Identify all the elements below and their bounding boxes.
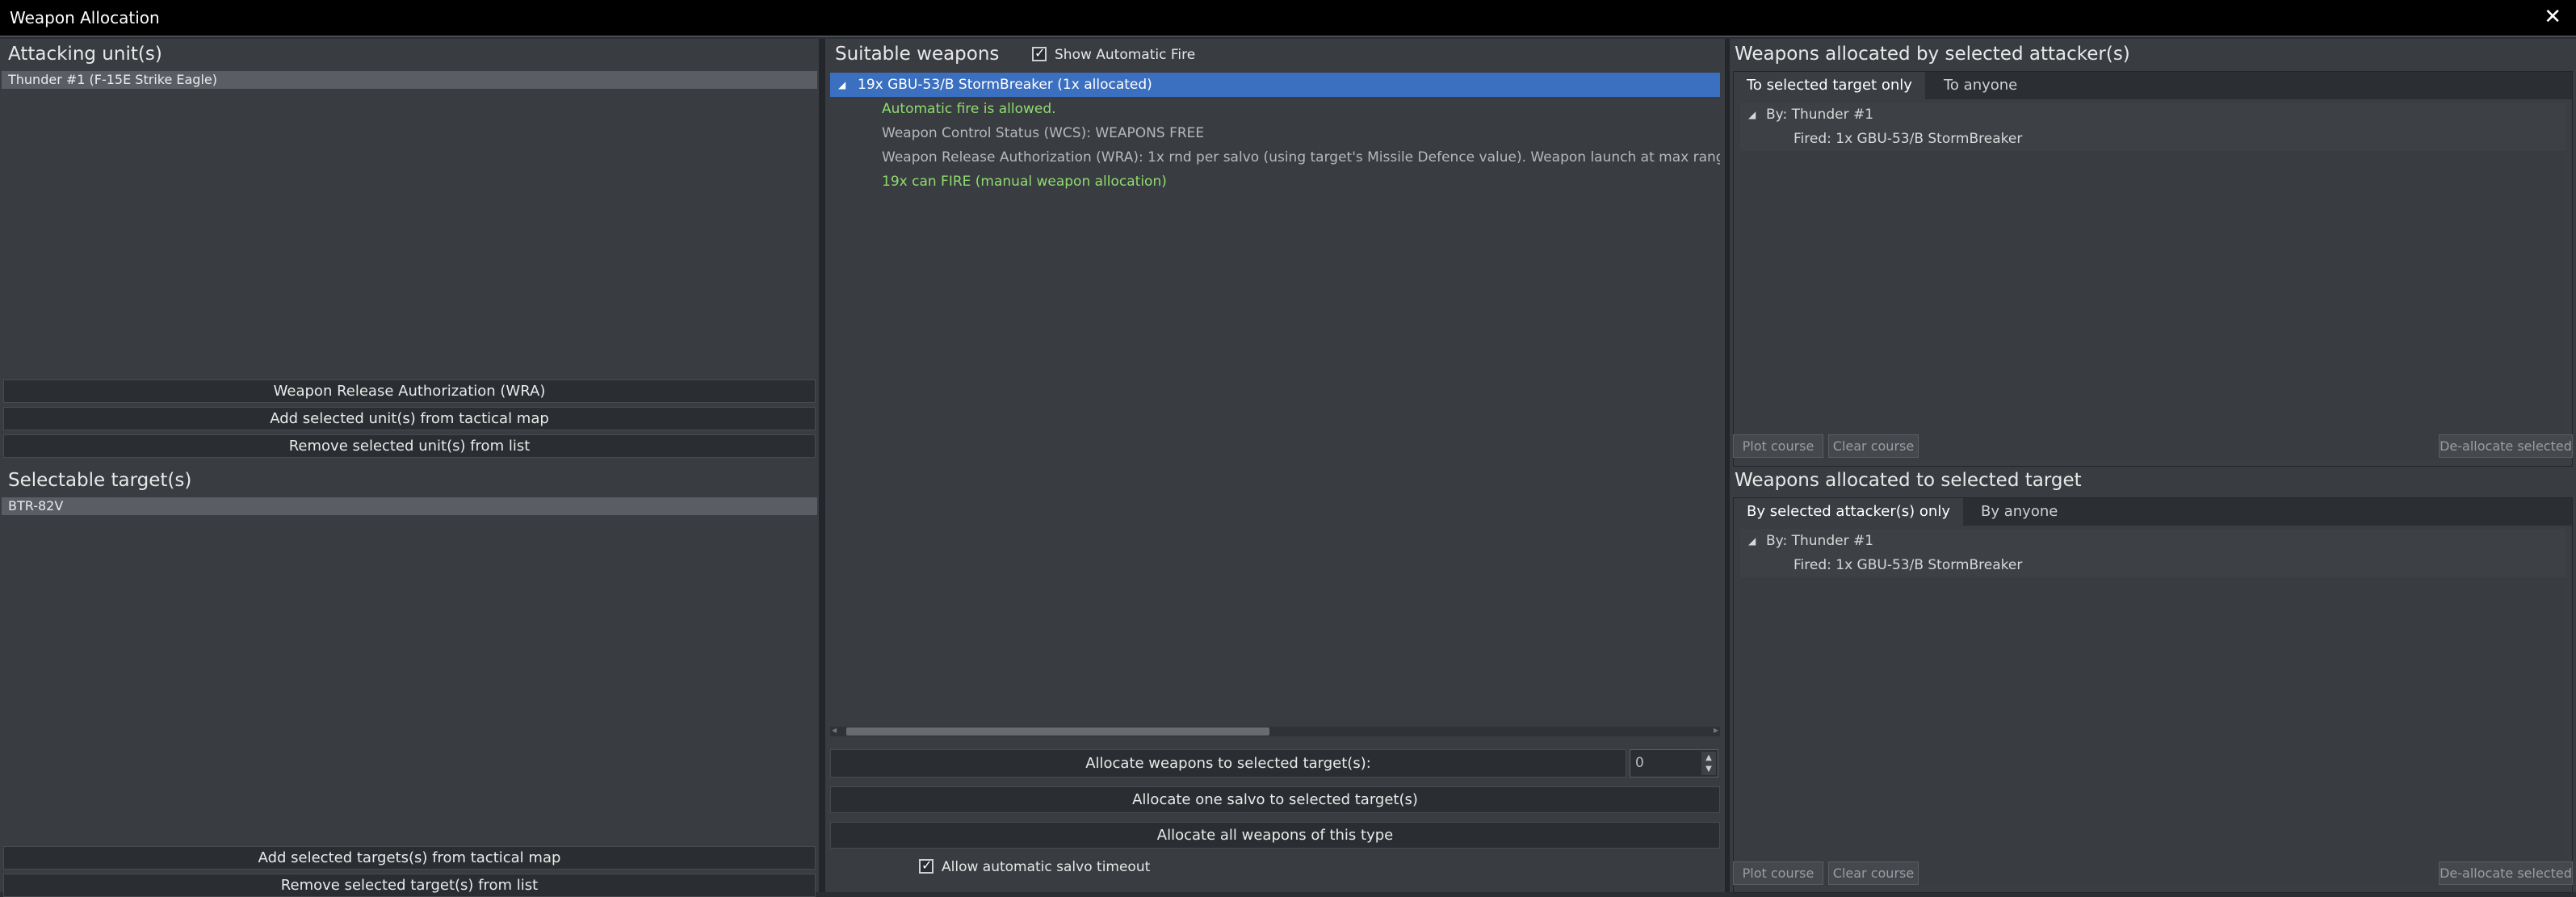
middle-column: Suitable weapons Show Automatic Fire ◢ 1… <box>825 39 1725 892</box>
by-attacker-title: Weapons allocated by selected attacker(s… <box>1735 44 2130 65</box>
to-target-tabs: By selected attacker(s) only By anyone <box>1734 498 2572 526</box>
show-auto-fire-checkbox[interactable] <box>1032 47 1047 61</box>
tree-item-row[interactable]: Fired: 1x GBU-53/B StormBreaker <box>1740 127 2566 151</box>
weapon-row-label: 19x GBU-53/B StormBreaker (1x allocated) <box>858 73 1152 97</box>
collapse-arrow-icon[interactable]: ◢ <box>838 73 845 97</box>
splitter-left[interactable] <box>819 39 825 892</box>
collapse-arrow-icon[interactable]: ◢ <box>1748 529 1756 553</box>
allocate-count-value[interactable]: 0 <box>1635 755 1644 771</box>
window-title: Weapon Allocation <box>10 8 160 27</box>
targets-list[interactable]: BTR-82V <box>2 497 817 869</box>
tab-to-anyone[interactable]: To anyone <box>1931 72 2030 99</box>
scrollbar-thumb[interactable] <box>846 727 1269 736</box>
clear-course-button[interactable]: Clear course <box>1828 861 1919 885</box>
tree-group-row[interactable]: ◢ By: Thunder #1 <box>1740 529 2566 553</box>
add-units-button[interactable]: Add selected unit(s) from tactical map <box>3 407 816 430</box>
selectable-targets-title: Selectable target(s) <box>8 470 191 491</box>
group-label: By: Thunder #1 <box>1766 529 1873 553</box>
add-targets-button[interactable]: Add selected targets(s) from tactical ma… <box>3 846 816 870</box>
detail-wcs: Weapon Control Status (WCS): WEAPONS FRE… <box>830 121 1720 145</box>
scroll-right-icon[interactable]: ▸ <box>1714 724 1718 736</box>
attacking-unit-row[interactable]: Thunder #1 (F-15E Strike Eagle) <box>2 71 817 89</box>
auto-salvo-checkbox[interactable] <box>919 859 933 874</box>
group-label: By: Thunder #1 <box>1766 103 1873 127</box>
target-row[interactable]: BTR-82V <box>2 497 817 515</box>
horizontal-scrollbar[interactable]: ◂ ▸ <box>830 727 1720 736</box>
by-attacker-panel: To selected target only To anyone ◢ By: … <box>1733 71 2573 467</box>
tree-item-row[interactable]: Fired: 1x GBU-53/B StormBreaker <box>1740 553 2566 577</box>
weapons-tree[interactable]: ◢ 19x GBU-53/B StormBreaker (1x allocate… <box>830 73 1720 759</box>
tab-by-selected-attackers[interactable]: By selected attacker(s) only <box>1734 498 1963 526</box>
allocate-all-button[interactable]: Allocate all weapons of this type <box>830 822 1720 849</box>
allocate-to-targets-button[interactable]: Allocate weapons to selected target(s): <box>830 749 1626 778</box>
spin-up-icon[interactable]: ▲ <box>1701 752 1716 764</box>
to-target-panel: By selected attacker(s) only By anyone ◢… <box>1733 497 2573 893</box>
allocate-count-spinbox[interactable]: 0 ▲ ▼ <box>1630 749 1718 778</box>
attacking-units-title: Attacking unit(s) <box>8 44 162 65</box>
to-target-title: Weapons allocated to selected target <box>1735 470 2082 491</box>
wra-button[interactable]: Weapon Release Authorization (WRA) <box>3 379 816 403</box>
plot-course-button[interactable]: Plot course <box>1733 861 1823 885</box>
close-icon[interactable]: ✕ <box>2544 5 2561 29</box>
show-auto-fire-label: Show Automatic Fire <box>1055 47 1195 63</box>
spin-down-icon[interactable]: ▼ <box>1701 763 1716 775</box>
remove-units-button[interactable]: Remove selected unit(s) from list <box>3 434 816 458</box>
detail-auto-fire: Automatic fire is allowed. <box>830 97 1720 121</box>
clear-course-button[interactable]: Clear course <box>1828 434 1919 458</box>
tree-group-row[interactable]: ◢ By: Thunder #1 <box>1740 103 2566 127</box>
deallocate-button[interactable]: De-allocate selected <box>2439 434 2573 458</box>
by-attacker-tabs: To selected target only To anyone <box>1734 72 2572 99</box>
tab-to-selected-target[interactable]: To selected target only <box>1734 72 1925 99</box>
by-attacker-tree[interactable]: ◢ By: Thunder #1 Fired: 1x GBU-53/B Stor… <box>1740 103 2566 459</box>
attacking-units-list[interactable]: Thunder #1 (F-15E Strike Eagle) <box>2 71 817 410</box>
collapse-arrow-icon[interactable]: ◢ <box>1748 103 1756 127</box>
suitable-weapons-title: Suitable weapons <box>835 44 999 65</box>
allocate-salvo-button[interactable]: Allocate one salvo to selected target(s) <box>830 786 1720 813</box>
deallocate-button[interactable]: De-allocate selected <box>2439 861 2573 885</box>
remove-targets-button[interactable]: Remove selected target(s) from list <box>3 874 816 897</box>
to-target-tree[interactable]: ◢ By: Thunder #1 Fired: 1x GBU-53/B Stor… <box>1740 529 2566 886</box>
plot-course-button[interactable]: Plot course <box>1733 434 1823 458</box>
title-bar: Weapon Allocation ✕ <box>0 0 2576 37</box>
auto-salvo-label: Allow automatic salvo timeout <box>942 859 1150 875</box>
tab-by-anyone[interactable]: By anyone <box>1968 498 2070 526</box>
weapon-row[interactable]: ◢ 19x GBU-53/B StormBreaker (1x allocate… <box>830 73 1720 97</box>
detail-wra: Weapon Release Authorization (WRA): 1x r… <box>830 145 1720 170</box>
left-column: Attacking unit(s) Thunder #1 (F-15E Stri… <box>0 39 819 892</box>
detail-can-fire: 19x can FIRE (manual weapon allocation) <box>830 170 1720 194</box>
scroll-left-icon[interactable]: ◂ <box>832 724 837 736</box>
right-column: Weapons allocated by selected attacker(s… <box>1730 39 2576 892</box>
